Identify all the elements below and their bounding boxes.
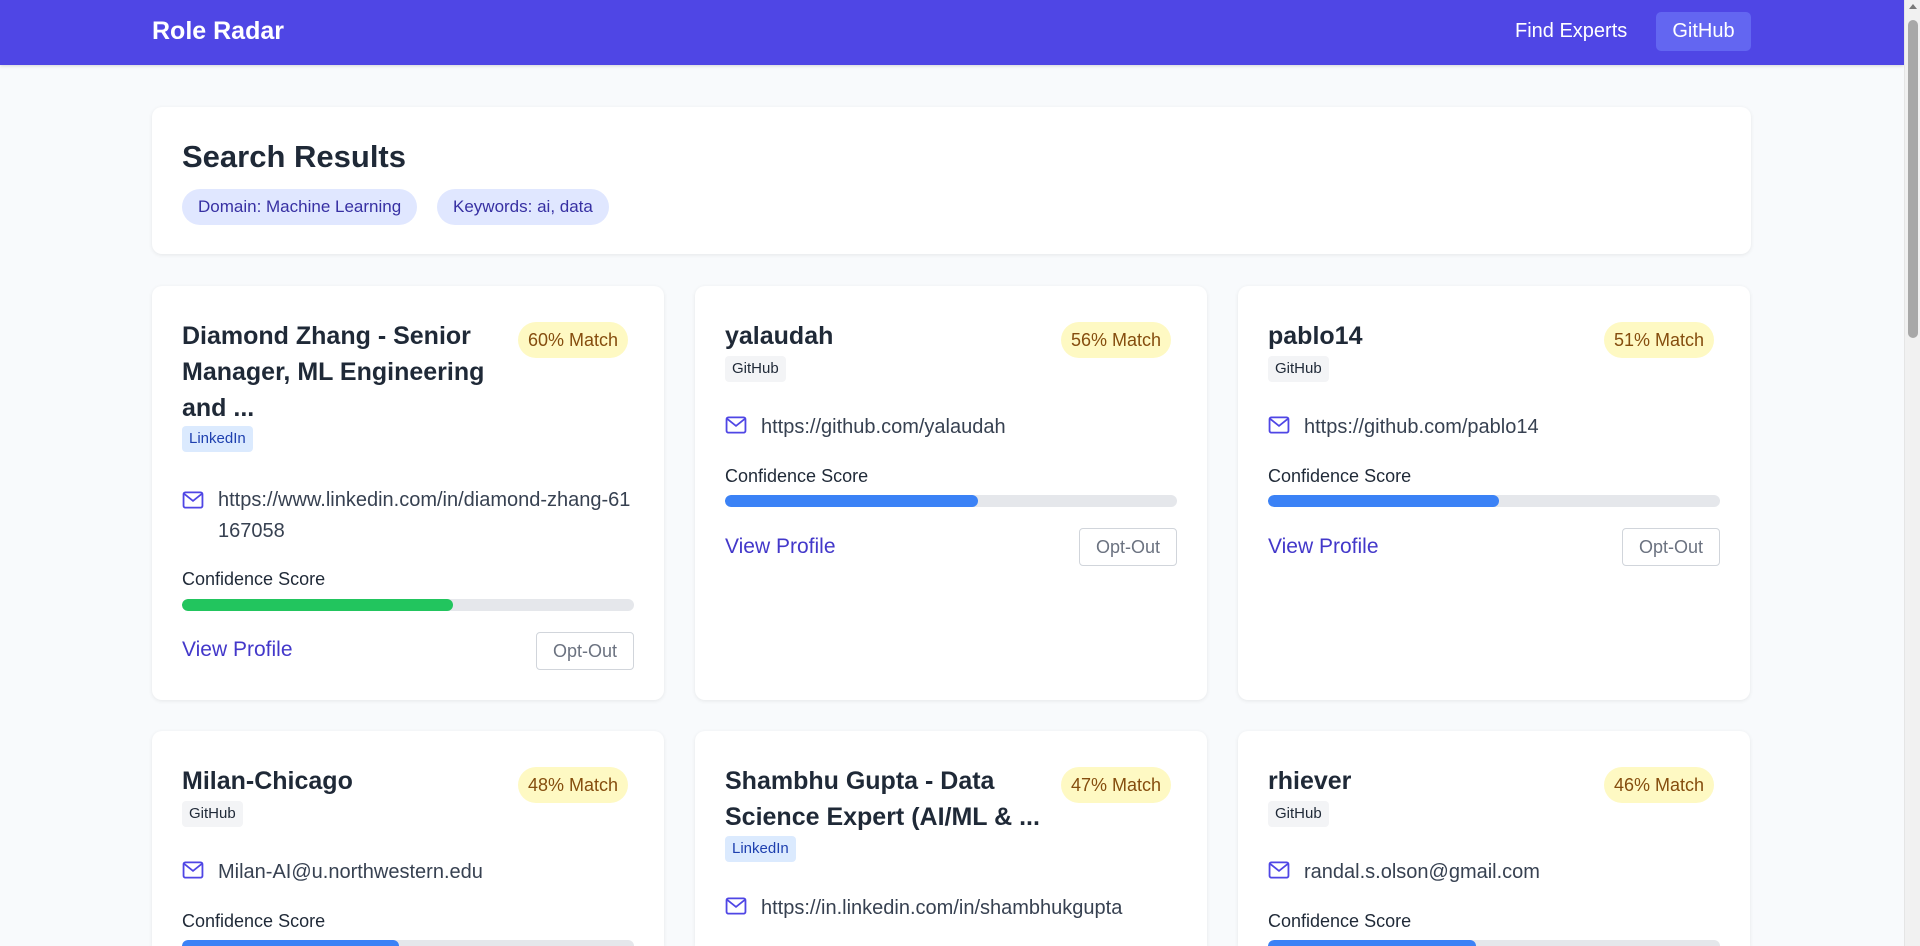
- confidence-bar: [182, 940, 634, 946]
- expert-name: Diamond Zhang - Senior Manager, ML Engin…: [182, 322, 485, 422]
- expert-card: yalaudah 56% Match GitHub https://github…: [695, 286, 1207, 700]
- confidence-label: Confidence Score: [1268, 466, 1412, 486]
- top-navbar: Role Radar Find Experts GitHub: [0, 0, 1904, 65]
- contact-link[interactable]: https://github.com/yalaudah: [761, 412, 1006, 443]
- expert-card: Shambhu Gupta - Data Science Expert (AI/…: [695, 731, 1207, 946]
- nav-find-experts-link[interactable]: Find Experts: [1515, 20, 1627, 43]
- contact-row: https://www.linkedin.com/in/diamond-zhan…: [182, 485, 634, 547]
- nav-github-button[interactable]: GitHub: [1656, 12, 1751, 51]
- confidence-label: Confidence Score: [182, 569, 326, 589]
- source-badge: GitHub: [182, 801, 243, 827]
- contact-link[interactable]: Milan-AI@u.northwestern.edu: [218, 857, 483, 888]
- view-profile-link[interactable]: View Profile: [725, 535, 836, 559]
- confidence-bar-fill: [182, 940, 399, 946]
- mail-icon: [1268, 416, 1290, 434]
- expert-name: Shambhu Gupta - Data Science Expert (AI/…: [725, 767, 1040, 831]
- expert-name: Milan-Chicago: [182, 767, 353, 795]
- mail-icon: [725, 897, 747, 915]
- contact-row: https://github.com/pablo14: [1268, 412, 1720, 443]
- mail-icon: [182, 861, 204, 879]
- opt-out-button[interactable]: Opt-Out: [1621, 528, 1720, 566]
- viewport: Role Radar Find Experts GitHub Search Re…: [0, 0, 1920, 946]
- filter-chip-domain: Domain: Machine Learning: [182, 189, 418, 225]
- confidence-label: Confidence Score: [1268, 911, 1412, 931]
- expert-card: rhiever 46% Match GitHub randal.s.olson@…: [1238, 731, 1750, 946]
- source-badge: LinkedIn: [182, 426, 253, 452]
- expert-card: pablo14 51% Match GitHub https://github.…: [1238, 286, 1750, 700]
- confidence-bar: [182, 599, 634, 611]
- match-badge: 60% Match: [517, 322, 628, 358]
- mail-icon: [725, 416, 747, 434]
- confidence-bar-fill: [182, 599, 454, 611]
- view-profile-link[interactable]: View Profile: [1268, 535, 1379, 559]
- match-badge: 46% Match: [1603, 767, 1714, 803]
- match-badge: 56% Match: [1060, 322, 1171, 358]
- opt-out-button[interactable]: Opt-Out: [535, 632, 634, 670]
- contact-link[interactable]: randal.s.olson@gmail.com: [1304, 857, 1540, 888]
- page-scrollbar[interactable]: [1904, 0, 1920, 946]
- scroll-up-arrow-icon[interactable]: [1909, 4, 1917, 9]
- contact-link[interactable]: https://www.linkedin.com/in/diamond-zhan…: [218, 485, 634, 547]
- confidence-bar-fill: [725, 495, 979, 507]
- filter-chip-keywords: Keywords: ai, data: [437, 189, 609, 225]
- mail-icon: [1268, 861, 1290, 879]
- confidence-label: Confidence Score: [182, 911, 326, 931]
- brand-logo-text[interactable]: Role Radar: [152, 17, 284, 46]
- expert-name: yalaudah: [725, 322, 834, 350]
- contact-row: Milan-AI@u.northwestern.edu: [182, 857, 634, 888]
- confidence-bar: [1268, 495, 1720, 507]
- confidence-label: Confidence Score: [725, 466, 869, 486]
- match-badge: 47% Match: [1060, 767, 1171, 803]
- contact-row: https://in.linkedin.com/in/shambhukgupta: [725, 893, 1177, 924]
- contact-row: https://github.com/yalaudah: [725, 412, 1177, 443]
- expert-card: Diamond Zhang - Senior Manager, ML Engin…: [152, 286, 664, 700]
- source-badge: LinkedIn: [725, 836, 796, 862]
- source-badge: GitHub: [725, 356, 786, 382]
- expert-name: pablo14: [1268, 322, 1363, 350]
- view-profile-link[interactable]: View Profile: [182, 638, 293, 662]
- confidence-bar-fill: [1268, 495, 1499, 507]
- source-badge: GitHub: [1268, 801, 1329, 827]
- match-badge: 51% Match: [1603, 322, 1714, 358]
- expert-name: rhiever: [1268, 767, 1352, 795]
- match-badge: 48% Match: [517, 767, 628, 803]
- contact-link[interactable]: https://github.com/pablo14: [1304, 412, 1539, 443]
- contact-row: randal.s.olson@gmail.com: [1268, 857, 1720, 888]
- confidence-bar: [1268, 940, 1720, 946]
- page-title: Search Results: [182, 139, 406, 174]
- confidence-bar: [725, 495, 1177, 507]
- scrollbar-thumb[interactable]: [1908, 20, 1918, 338]
- expert-card: Milan-Chicago 48% Match GitHub Milan-AI@…: [152, 731, 664, 946]
- opt-out-button[interactable]: Opt-Out: [1078, 528, 1177, 566]
- search-results-header: Search Results Domain: Machine Learning …: [152, 107, 1751, 254]
- contact-link[interactable]: https://in.linkedin.com/in/shambhukgupta: [761, 893, 1122, 924]
- source-badge: GitHub: [1268, 356, 1329, 382]
- mail-icon: [182, 491, 204, 509]
- confidence-bar-fill: [1268, 940, 1476, 946]
